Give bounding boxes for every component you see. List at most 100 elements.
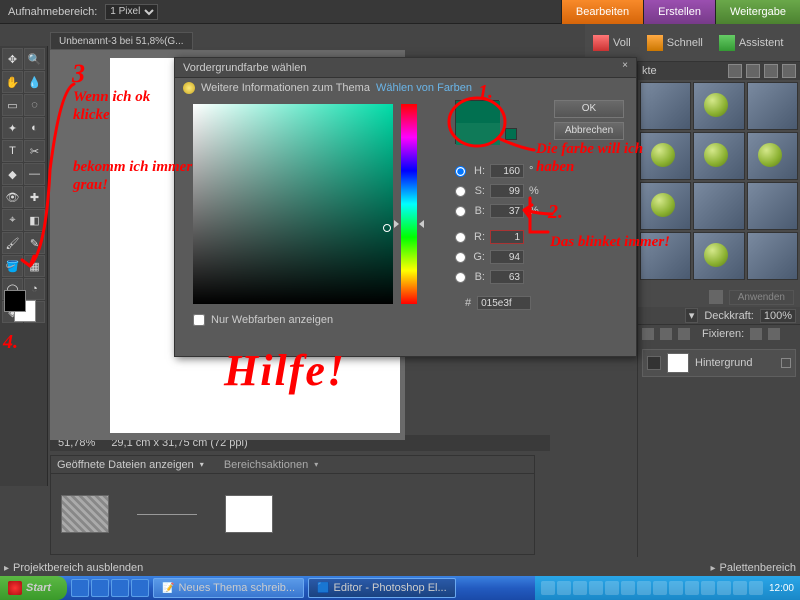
fx-thumb[interactable]: [693, 132, 744, 180]
tool-quicksel[interactable]: ◐: [24, 117, 45, 139]
r-field[interactable]: [490, 230, 524, 244]
taskbar-item[interactable]: 📝 Neues Thema schreib...: [153, 578, 304, 598]
tool-zoom[interactable]: 🔍: [24, 48, 45, 70]
bv-field[interactable]: [490, 204, 524, 218]
layer-adj-icon[interactable]: [660, 328, 672, 340]
clock[interactable]: 12:00: [769, 583, 794, 594]
tab-share[interactable]: Weitergabe: [715, 0, 800, 24]
radio-h[interactable]: [455, 166, 466, 177]
ok-button[interactable]: OK: [554, 100, 624, 118]
tray-icon[interactable]: [653, 581, 667, 595]
tray-icon[interactable]: [589, 581, 603, 595]
info-link[interactable]: Wählen von Farben: [376, 82, 472, 94]
fx-cat-4[interactable]: [782, 64, 796, 78]
fx-cat-2[interactable]: [746, 64, 760, 78]
radio-r[interactable]: [455, 232, 466, 243]
layer-del-icon[interactable]: [678, 328, 690, 340]
close-icon[interactable]: ×: [618, 60, 632, 74]
ql-icon[interactable]: [131, 579, 149, 597]
tool-clone[interactable]: ⌖: [2, 209, 23, 231]
tray-icon[interactable]: [749, 581, 763, 595]
fx-thumb[interactable]: [747, 182, 798, 230]
s-field[interactable]: [490, 184, 524, 198]
range-select[interactable]: 1 Pixel: [105, 4, 158, 20]
h-field[interactable]: [490, 164, 524, 178]
ql-icon[interactable]: [91, 579, 109, 597]
fx-thumb[interactable]: [640, 232, 691, 280]
tray-icon[interactable]: [733, 581, 747, 595]
ql-icon[interactable]: [71, 579, 89, 597]
mode-full[interactable]: Voll: [593, 35, 631, 51]
trash-icon[interactable]: [709, 290, 723, 304]
fx-thumb[interactable]: [693, 232, 744, 280]
tab-create[interactable]: Erstellen: [643, 0, 715, 24]
tool-heal[interactable]: ✚: [24, 186, 45, 208]
hide-project-bin[interactable]: ▸ Projektbereich ausblenden: [4, 562, 143, 574]
opacity-value[interactable]: 100%: [760, 309, 796, 323]
visibility-icon[interactable]: [647, 356, 661, 370]
blend-mode[interactable]: ▾: [685, 308, 699, 323]
area-actions-dropdown[interactable]: Bereichsaktionen: [224, 459, 308, 471]
tray-icon[interactable]: [621, 581, 635, 595]
tray-icon[interactable]: [541, 581, 555, 595]
tool-redeye[interactable]: 👁: [2, 186, 23, 208]
tray-icon[interactable]: [669, 581, 683, 595]
layer-row[interactable]: Hintergrund: [642, 349, 796, 377]
fx-thumb[interactable]: [693, 182, 744, 230]
old-color[interactable]: [456, 123, 500, 145]
tool-gradient[interactable]: ▦: [24, 255, 45, 277]
tool-type[interactable]: T: [2, 140, 23, 162]
apply-button[interactable]: Anwenden: [729, 290, 794, 305]
fx-thumb[interactable]: [640, 182, 691, 230]
fx-thumb[interactable]: [747, 232, 798, 280]
fx-thumb[interactable]: [747, 82, 798, 130]
tray-icon[interactable]: [605, 581, 619, 595]
tool-brush[interactable]: 🖌: [2, 232, 23, 254]
websafe-swatch[interactable]: [505, 128, 517, 140]
fx-thumb[interactable]: [693, 82, 744, 130]
open-files-dropdown[interactable]: Geöffnete Dateien anzeigen: [57, 459, 194, 471]
tool-blur[interactable]: ◔: [24, 278, 45, 300]
g-field[interactable]: [490, 250, 524, 264]
fx-cat-1[interactable]: [728, 64, 742, 78]
tool-marquee[interactable]: ▭: [2, 94, 23, 116]
layer-new-icon[interactable]: [642, 328, 654, 340]
tray-icon[interactable]: [557, 581, 571, 595]
start-button[interactable]: Start: [0, 576, 67, 600]
hex-field[interactable]: [477, 296, 531, 310]
bb-field[interactable]: [490, 270, 524, 284]
tool-straighten[interactable]: —: [24, 163, 45, 185]
tool-cookie[interactable]: ◆: [2, 163, 23, 185]
document-tab[interactable]: Unbenannt-3 bei 51,8%(G...: [50, 32, 193, 50]
fx-thumb[interactable]: [640, 82, 691, 130]
web-colors-checkbox[interactable]: [193, 314, 205, 326]
tool-bucket[interactable]: 🪣: [2, 255, 23, 277]
tool-move[interactable]: ✥: [2, 48, 23, 70]
cancel-button[interactable]: Abbrechen: [554, 122, 624, 140]
hue-slider[interactable]: [401, 104, 417, 304]
tool-eraser[interactable]: ◧: [24, 209, 45, 231]
radio-b[interactable]: [455, 206, 466, 217]
tray-icon[interactable]: [573, 581, 587, 595]
radio-bb[interactable]: [455, 272, 466, 283]
bin-thumb-2[interactable]: [225, 495, 273, 533]
foreground-swatch[interactable]: [4, 290, 26, 312]
radio-s[interactable]: [455, 186, 466, 197]
tool-smartbrush[interactable]: ✎: [24, 232, 45, 254]
tool-lasso[interactable]: ◌: [24, 94, 45, 116]
tool-hand[interactable]: ✋: [2, 71, 23, 93]
tray-icon[interactable]: [685, 581, 699, 595]
fx-thumb[interactable]: [747, 132, 798, 180]
lock-all-icon[interactable]: [768, 328, 780, 340]
tab-edit[interactable]: Bearbeiten: [561, 0, 643, 24]
palette-area-toggle[interactable]: ▸ Palettenbereich: [711, 562, 796, 574]
saturation-value-field[interactable]: [193, 104, 393, 304]
tray-icon[interactable]: [637, 581, 651, 595]
fx-thumb[interactable]: [640, 132, 691, 180]
tool-wand[interactable]: ✦: [2, 117, 23, 139]
tray-icon[interactable]: [701, 581, 715, 595]
tool-crop[interactable]: ✂: [24, 140, 45, 162]
ql-icon[interactable]: [111, 579, 129, 597]
tray-icon[interactable]: [717, 581, 731, 595]
lock-transparent-icon[interactable]: [750, 328, 762, 340]
